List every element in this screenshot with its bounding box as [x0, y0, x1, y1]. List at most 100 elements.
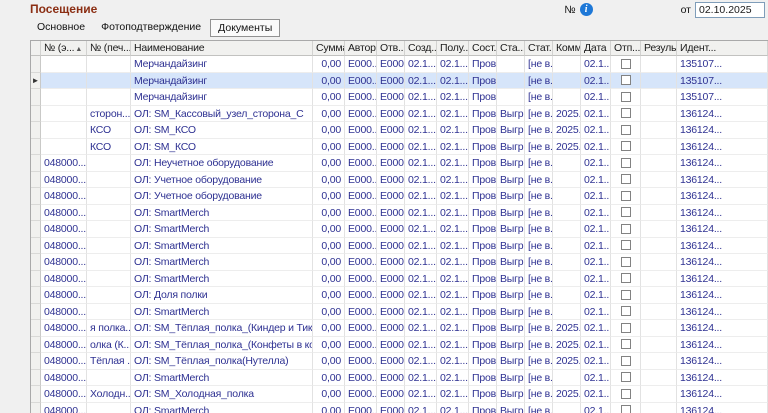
sent-checkbox[interactable]: [620, 355, 631, 366]
cell-num_e[interactable]: 048000...: [41, 188, 87, 205]
cell-sum[interactable]: 0,00: [313, 221, 345, 238]
cell-result[interactable]: [641, 237, 677, 254]
cell-status1[interactable]: [497, 89, 525, 106]
cell-status2[interactable]: [не в...: [525, 56, 553, 73]
column-header[interactable]: № (печ...: [87, 41, 131, 56]
cell-status2[interactable]: [не в...: [525, 336, 553, 353]
cell-sum[interactable]: 0,00: [313, 56, 345, 73]
cell-date[interactable]: 02.1...: [581, 204, 611, 221]
table-row[interactable]: 048000...ОЛ: SmartMerch0,00Е000...Е000..…: [31, 270, 768, 287]
cell-state[interactable]: Пров...: [469, 105, 497, 122]
sent-checkbox[interactable]: [620, 75, 631, 86]
cell-name[interactable]: ОЛ: SM_Тёплая_полка(Нутелла): [131, 353, 313, 370]
cell-sum[interactable]: 0,00: [313, 369, 345, 386]
tab-main[interactable]: Основное: [30, 19, 92, 37]
cell-state[interactable]: Пров...: [469, 138, 497, 155]
cell-sum[interactable]: 0,00: [313, 386, 345, 403]
cell-num_e[interactable]: [41, 138, 87, 155]
sent-checkbox[interactable]: [620, 223, 631, 234]
cell-created[interactable]: 02.1...: [405, 353, 437, 370]
cell-date[interactable]: 02.1...: [581, 270, 611, 287]
cell-name[interactable]: Мерчандайзинг: [131, 89, 313, 106]
cell-name[interactable]: Мерчандайзинг: [131, 72, 313, 89]
cell-state[interactable]: Пров...: [469, 336, 497, 353]
cell-result[interactable]: [641, 386, 677, 403]
cell-comment[interactable]: [553, 204, 581, 221]
cell-name[interactable]: ОЛ: SmartMerch: [131, 369, 313, 386]
cell-name[interactable]: ОЛ: SM_КСО: [131, 122, 313, 139]
cell-state[interactable]: Пров...: [469, 188, 497, 205]
cell-comment[interactable]: [553, 237, 581, 254]
cell-num_p[interactable]: [87, 369, 131, 386]
cell-status2[interactable]: [не в...: [525, 287, 553, 304]
cell-received[interactable]: 02.1...: [437, 386, 469, 403]
table-row[interactable]: 048000...ОЛ: SmartMerch0,00Е000...Е000..…: [31, 369, 768, 386]
table-row[interactable]: 048000...ОЛ: SmartMerch0,00Е000...Е000..…: [31, 221, 768, 238]
cell-num_p[interactable]: КСО: [87, 122, 131, 139]
cell-created[interactable]: 02.1...: [405, 138, 437, 155]
cell-name[interactable]: ОЛ: Учетное оборудование: [131, 188, 313, 205]
cell-sent[interactable]: [611, 386, 641, 403]
cell-name[interactable]: ОЛ: SmartMerch: [131, 402, 313, 413]
cell-ident[interactable]: 135107...: [677, 89, 768, 106]
cell-ident[interactable]: 135107...: [677, 56, 768, 73]
cell-state[interactable]: Пров...: [469, 386, 497, 403]
cell-author[interactable]: Е000...: [345, 303, 377, 320]
table-row[interactable]: 048000... олка (К... ОЛ: SM_Тёплая_полка_(…: [31, 336, 768, 353]
cell-ident[interactable]: 136124...: [677, 188, 768, 205]
cell-state[interactable]: Пров...: [469, 353, 497, 370]
cell-created[interactable]: 02.1...: [405, 155, 437, 172]
cell-sent[interactable]: [611, 402, 641, 413]
cell-name[interactable]: ОЛ: SmartMerch: [131, 204, 313, 221]
cell-num_e[interactable]: [41, 56, 87, 73]
column-header[interactable]: Отп...: [611, 41, 641, 56]
cell-state[interactable]: Пров...: [469, 89, 497, 106]
cell-status1[interactable]: Выгр...: [497, 221, 525, 238]
table-row[interactable]: 048000...ОЛ: SmartMerch0,00Е000...Е000..…: [31, 237, 768, 254]
sent-checkbox[interactable]: [620, 157, 631, 168]
cell-date[interactable]: 02.1...: [581, 89, 611, 106]
column-header[interactable]: Сумма: [313, 41, 345, 56]
cell-sent[interactable]: [611, 369, 641, 386]
cell-sent[interactable]: [611, 320, 641, 337]
sent-checkbox[interactable]: [620, 273, 631, 284]
cell-status1[interactable]: Выгр...: [497, 188, 525, 205]
cell-sent[interactable]: [611, 336, 641, 353]
cell-sum[interactable]: 0,00: [313, 237, 345, 254]
cell-state[interactable]: Пров...: [469, 171, 497, 188]
cell-resp[interactable]: Е000...: [377, 221, 405, 238]
cell-created[interactable]: 02.1...: [405, 303, 437, 320]
cell-created[interactable]: 02.1...: [405, 171, 437, 188]
cell-ident[interactable]: 136124...: [677, 402, 768, 413]
sent-checkbox[interactable]: [620, 141, 631, 152]
cell-status1[interactable]: Выгр...: [497, 353, 525, 370]
cell-received[interactable]: 02.1...: [437, 138, 469, 155]
cell-received[interactable]: 02.1...: [437, 402, 469, 413]
cell-sent[interactable]: [611, 89, 641, 106]
cell-status1[interactable]: Выгр...: [497, 336, 525, 353]
cell-status2[interactable]: [не в...: [525, 270, 553, 287]
cell-state[interactable]: Пров...: [469, 369, 497, 386]
cell-sent[interactable]: [611, 270, 641, 287]
cell-num_p[interactable]: [87, 155, 131, 172]
cell-ident[interactable]: 136124...: [677, 320, 768, 337]
cell-status2[interactable]: [не в...: [525, 138, 553, 155]
cell-num_p[interactable]: [87, 254, 131, 271]
cell-num_p[interactable]: Холодн...: [87, 386, 131, 403]
cell-name[interactable]: ОЛ: SM_Тёплая_полка_(Конфеты в коро...: [131, 336, 313, 353]
cell-received[interactable]: 02.1...: [437, 336, 469, 353]
cell-result[interactable]: [641, 353, 677, 370]
cell-ident[interactable]: 136124...: [677, 171, 768, 188]
cell-ident[interactable]: 136124...: [677, 221, 768, 238]
column-header[interactable]: Дата: [581, 41, 611, 56]
cell-author[interactable]: Е000...: [345, 171, 377, 188]
cell-created[interactable]: 02.1...: [405, 188, 437, 205]
cell-comment[interactable]: 2025...: [553, 336, 581, 353]
cell-state[interactable]: Пров...: [469, 402, 497, 413]
sent-checkbox[interactable]: [620, 190, 631, 201]
cell-date[interactable]: 02.1...: [581, 138, 611, 155]
cell-date[interactable]: 02.1...: [581, 122, 611, 139]
cell-received[interactable]: 02.1...: [437, 221, 469, 238]
cell-date[interactable]: 02.1...: [581, 386, 611, 403]
cell-name[interactable]: Мерчандайзинг: [131, 56, 313, 73]
